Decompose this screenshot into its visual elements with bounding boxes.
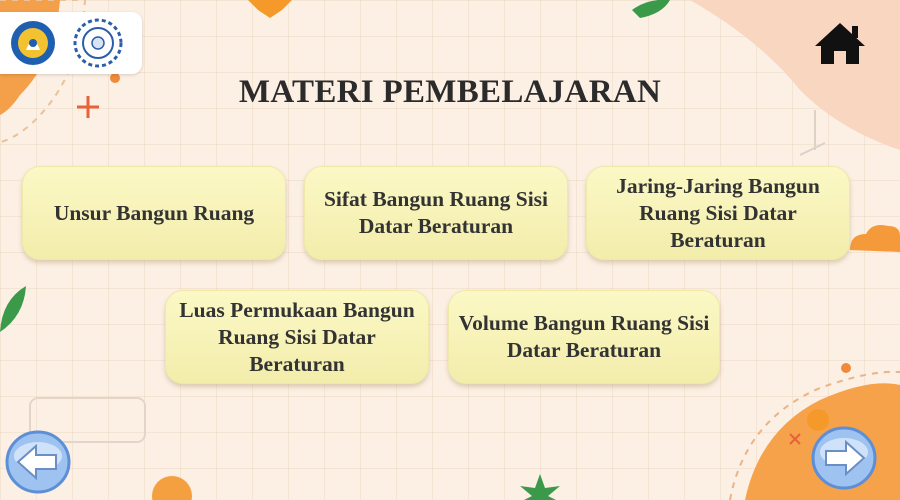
next-button[interactable] — [810, 424, 878, 492]
menu-button-label: Unsur Bangun Ruang — [53, 200, 255, 225]
home-button[interactable] — [812, 20, 868, 66]
university-seal-logo — [73, 18, 123, 68]
menu-button-volume[interactable]: Volume Bangun Ruang Sisi Datar Beraturan — [448, 290, 720, 384]
menu-button-label: Jaring-Jaring Bangun Ruang Sisi Datar Be… — [616, 173, 820, 252]
menu-button-luas[interactable]: Luas Permukaan Bangun Ruang Sisi Datar B… — [165, 290, 429, 384]
menu-button-label: Luas Permukaan Bangun Ruang Sisi Datar B… — [179, 297, 415, 376]
menu-button-label: Sifat Bangun Ruang Sisi Datar Beraturan — [323, 187, 549, 238]
tut-wuri-handayani-logo — [11, 21, 55, 65]
menu-button-sifat[interactable]: Sifat Bangun Ruang Sisi Datar Beraturan — [304, 166, 568, 260]
home-icon — [815, 23, 865, 64]
menu-button-jaring[interactable]: Jaring-Jaring Bangun Ruang Sisi Datar Be… — [586, 166, 850, 260]
back-button[interactable] — [4, 428, 72, 496]
menu-button-label: Volume Bangun Ruang Sisi Datar Beraturan — [458, 311, 710, 362]
logo-panel — [0, 12, 142, 74]
menu-button-unsur[interactable]: Unsur Bangun Ruang — [22, 166, 286, 260]
page-title: MATERI PEMBELAJARAN — [238, 74, 662, 110]
